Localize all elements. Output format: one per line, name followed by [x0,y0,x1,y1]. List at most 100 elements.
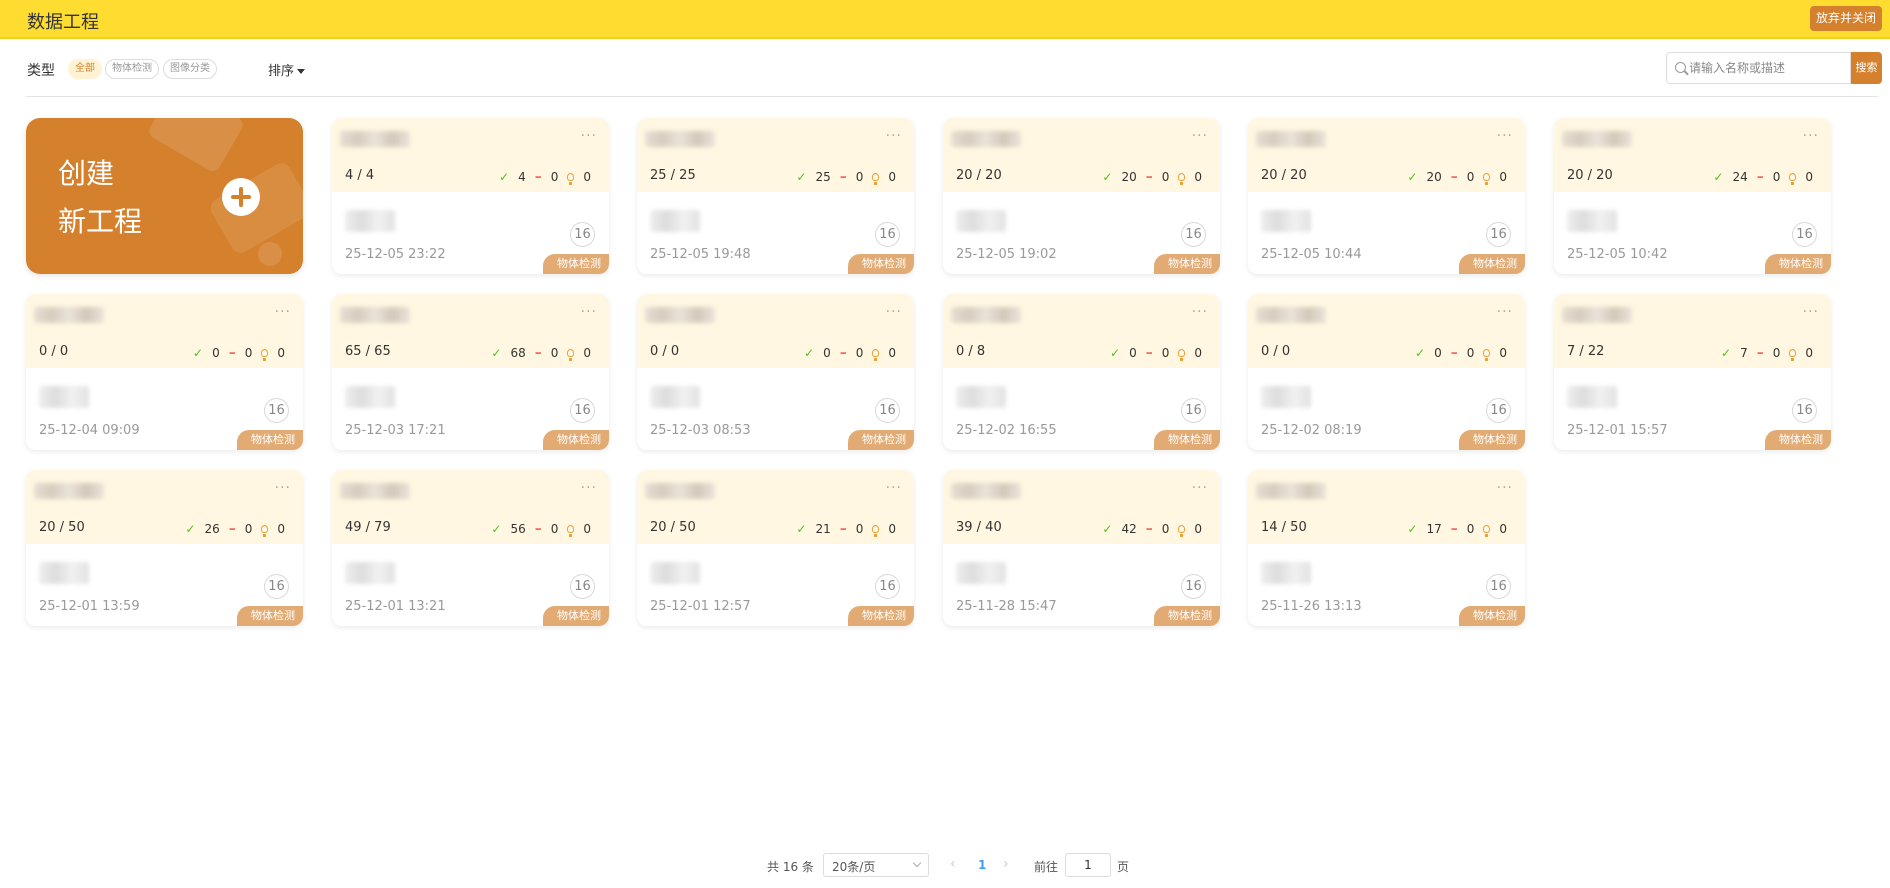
project-card[interactable]: ··· 0 / 0 ✓ 0–0 0 16 25-12-02 08:19 物体检测 [1248,294,1525,450]
minus-icon: – [228,521,236,537]
progress-count: 39 / 40 [956,520,1002,535]
count-badge: 16 [1486,398,1511,423]
type-tag: 物体检测 [543,254,609,274]
project-card[interactable]: ··· 20 / 50 ✓ 26–0 0 16 25-12-01 13:59 物体检测 [26,470,303,626]
ok-count: 68 [510,346,526,360]
project-card[interactable]: ··· 4 / 4 ✓ 4–0 0 16 25-12-05 23:22 物体检测 [332,118,609,274]
more-icon[interactable]: ··· [1803,128,1819,144]
page-number[interactable]: 1 [978,858,986,872]
check-icon: ✓ [796,170,807,184]
project-name-redacted [951,483,1021,499]
check-icon: ✓ [804,346,815,360]
next-page-icon[interactable]: › [1003,856,1009,872]
project-card[interactable]: ··· 0 / 0 ✓ 0–0 0 16 25-12-04 09:09 物体检测 [26,294,303,450]
type-chip-classification[interactable]: 图像分类 [163,59,217,79]
project-name-redacted [1256,483,1326,499]
project-card[interactable]: ··· 20 / 20 ✓ 24–0 0 16 25-12-05 10:42 物体检测 [1554,118,1831,274]
goto-page-input[interactable]: 1 [1065,853,1111,877]
idea-count: 0 [1499,522,1507,536]
goto-label: 前往 [1034,860,1059,874]
project-card[interactable]: ··· 14 / 50 ✓ 17–0 0 16 25-11-26 13:13 物体检测 [1248,470,1525,626]
project-card[interactable]: ··· 49 / 79 ✓ 56–0 0 16 25-12-01 13:21 物体检测 [332,470,609,626]
page-size-value: 20条/页 [832,860,876,874]
project-card[interactable]: ··· 25 / 25 ✓ 25–0 0 16 25-12-05 19:48 物体检测 [637,118,914,274]
count-badge: 16 [1792,398,1817,423]
idea-count: 0 [888,522,896,536]
type-chip-detection[interactable]: 物体检测 [105,59,159,79]
count-badge: 16 [264,398,289,423]
project-name-redacted [951,131,1021,147]
page-size-select[interactable]: 20条/页 [823,853,929,877]
more-icon[interactable]: ··· [1192,480,1208,496]
more-icon[interactable]: ··· [1497,480,1513,496]
sort-dropdown[interactable]: 排序 [268,60,306,79]
more-icon[interactable]: ··· [275,304,291,320]
more-icon[interactable]: ··· [886,304,902,320]
more-icon[interactable]: ··· [1192,128,1208,144]
created-date: 25-12-05 23:22 [345,247,446,262]
more-icon[interactable]: ··· [1192,304,1208,320]
project-card[interactable]: ··· 20 / 50 ✓ 21–0 0 16 25-12-01 12:57 物体检测 [637,470,914,626]
more-icon[interactable]: ··· [581,128,597,144]
project-card[interactable]: ··· 0 / 0 ✓ 0–0 0 16 25-12-03 08:53 物体检测 [637,294,914,450]
more-icon[interactable]: ··· [886,480,902,496]
type-tag: 物体检测 [1459,606,1525,626]
progress-count: 20 / 20 [1567,168,1613,183]
create-project-card[interactable]: 创建 新工程 [26,118,303,274]
project-desc-redacted [39,562,89,584]
more-icon[interactable]: ··· [581,480,597,496]
minus-icon: – [1450,169,1458,185]
progress-count: 14 / 50 [1261,520,1307,535]
minus-count: 0 [855,346,864,360]
minus-icon: – [1145,345,1153,361]
count-badge: 16 [264,574,289,599]
project-card[interactable]: ··· 39 / 40 ✓ 42–0 0 16 25-11-28 15:47 物体检测 [943,470,1220,626]
type-tag: 物体检测 [1459,430,1525,450]
prev-page-icon[interactable]: ‹ [950,856,956,872]
minus-icon: – [534,345,542,361]
stats: ✓ 0–0 0 [1415,345,1507,361]
stats: ✓ 4–0 0 [499,169,591,185]
project-card[interactable]: ··· 20 / 20 ✓ 20–0 0 16 25-12-05 19:02 物体检测 [943,118,1220,274]
search-button[interactable]: 搜索 [1851,52,1882,84]
more-icon[interactable]: ··· [581,304,597,320]
check-icon: ✓ [185,522,196,536]
count-badge: 16 [570,398,595,423]
count-badge: 16 [1181,222,1206,247]
minus-icon: – [839,169,847,185]
more-icon[interactable]: ··· [1497,304,1513,320]
project-card[interactable]: ··· 7 / 22 ✓ 7–0 0 16 25-12-01 15:57 物体检测 [1554,294,1831,450]
search-input[interactable] [1689,57,1844,79]
minus-icon: – [534,521,542,537]
ok-count: 0 [1434,346,1442,360]
minus-count: 0 [1161,346,1170,360]
progress-count: 4 / 4 [345,168,375,183]
count-badge: 16 [875,222,900,247]
project-desc-redacted [345,386,395,408]
project-card[interactable]: ··· 65 / 65 ✓ 68–0 0 16 25-12-03 17:21 物体检测 [332,294,609,450]
project-name-redacted [340,483,410,499]
ok-count: 7 [1740,346,1748,360]
check-icon: ✓ [491,522,502,536]
more-icon[interactable]: ··· [1497,128,1513,144]
minus-count: 0 [550,522,559,536]
progress-count: 20 / 50 [650,520,696,535]
project-desc-redacted [956,210,1006,232]
stats: ✓ 0–0 0 [1110,345,1202,361]
bulb-icon [1483,349,1491,361]
type-chip-all[interactable]: 全部 [68,59,102,79]
page-title: 数据工程 [27,12,99,33]
more-icon[interactable]: ··· [886,128,902,144]
minus-icon: – [228,345,236,361]
more-icon[interactable]: ··· [1803,304,1819,320]
check-icon: ✓ [499,170,510,184]
count-badge: 16 [1486,574,1511,599]
project-card[interactable]: ··· 20 / 20 ✓ 20–0 0 16 25-12-05 10:44 物体检测 [1248,118,1525,274]
project-card[interactable]: ··· 0 / 8 ✓ 0–0 0 16 25-12-02 16:55 物体检测 [943,294,1220,450]
bulb-icon [1178,525,1186,537]
ok-count: 0 [212,346,220,360]
more-icon[interactable]: ··· [275,480,291,496]
discard-close-button[interactable]: 放弃并关闭 [1809,6,1882,31]
project-name-redacted [645,483,715,499]
stats: ✓ 25–0 0 [796,169,896,185]
